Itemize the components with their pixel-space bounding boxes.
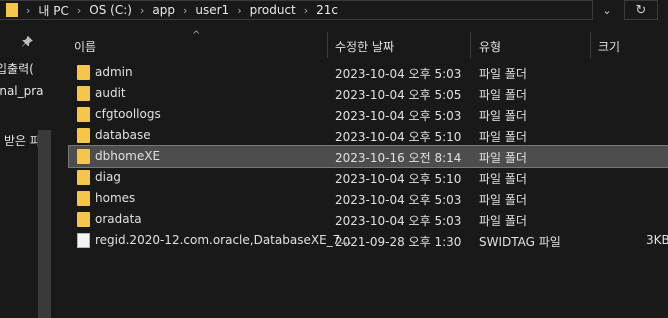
breadcrumb-item-21c[interactable]: 21c xyxy=(316,3,338,17)
breadcrumb-item-os-c[interactable]: OS (C:) xyxy=(89,3,132,17)
file-type: 파일 폴더 xyxy=(479,214,527,228)
file-row[interactable]: database 2023-10-04 오후 5:10 파일 폴더 xyxy=(69,125,668,146)
file-type: 파일 폴더 xyxy=(479,67,527,81)
chevron-right-icon: › xyxy=(76,3,82,17)
file-row[interactable]: cfgtoollogs 2023-10-04 오후 5:03 파일 폴더 xyxy=(69,104,668,125)
file-type: 파일 폴더 xyxy=(479,151,527,165)
file-size: 3KB xyxy=(646,233,668,247)
breadcrumb-item-this-pc[interactable]: 내 PC xyxy=(38,2,68,19)
file-type: 파일 폴더 xyxy=(479,193,527,207)
folder-icon xyxy=(77,212,90,227)
file-explorer-window: › 내 PC › OS (C:) › app › user1 › product… xyxy=(0,0,668,318)
file-modified-date: 2021-09-28 오후 1:30 xyxy=(335,235,462,249)
breadcrumb-item-product[interactable]: product xyxy=(250,3,296,17)
pin-icon xyxy=(22,36,33,50)
folder-icon xyxy=(77,65,90,80)
folder-icon xyxy=(77,149,90,164)
nav-item[interactable]: 받은 파 xyxy=(4,132,41,149)
folder-icon xyxy=(77,128,90,143)
file-modified-date: 2023-10-04 오후 5:03 xyxy=(335,214,462,228)
column-header-type[interactable]: 유형 xyxy=(479,38,501,55)
column-divider[interactable] xyxy=(590,32,591,58)
folder-icon xyxy=(6,3,18,17)
file-modified-date: 2023-10-16 오전 8:14 xyxy=(335,151,462,165)
pin-icon xyxy=(22,36,33,47)
folder-icon xyxy=(77,86,90,101)
chevron-right-icon: › xyxy=(182,3,188,17)
chevron-down-icon[interactable]: ⌄ xyxy=(596,0,618,20)
file-name: database xyxy=(95,128,151,142)
column-header-name[interactable]: 이름 xyxy=(74,38,96,55)
file-name: oradata xyxy=(95,212,142,226)
file-row[interactable]: audit 2023-10-04 오후 5:05 파일 폴더 xyxy=(69,83,668,104)
column-header-row: ^ 이름 수정한 날짜 유형 크기 xyxy=(52,30,668,60)
chevron-right-icon: › xyxy=(237,3,242,17)
breadcrumb-item-app[interactable]: app xyxy=(152,3,175,17)
breadcrumb-item-user1[interactable]: user1 xyxy=(195,3,229,17)
file-row[interactable]: admin 2023-10-04 오후 5:03 파일 폴더 xyxy=(69,62,668,83)
file-icon xyxy=(77,233,90,248)
address-bar: › 내 PC › OS (C:) › app › user1 › product… xyxy=(0,0,668,22)
file-name: regid.2020-12.com.oracle,DatabaseXE_7... xyxy=(95,233,352,247)
folder-icon xyxy=(77,170,90,185)
file-list: admin 2023-10-04 오후 5:03 파일 폴더 audit 2023-10… xyxy=(52,62,668,318)
file-name: admin xyxy=(95,65,133,79)
file-type: 파일 폴더 xyxy=(479,172,527,186)
file-row[interactable]: oradata 2023-10-04 오후 5:03 파일 폴더 xyxy=(69,209,668,230)
file-modified-date: 2023-10-04 오후 5:03 xyxy=(335,109,462,123)
column-divider[interactable] xyxy=(470,32,471,58)
nav-item[interactable]: inal_pra xyxy=(0,84,44,98)
file-modified-date: 2023-10-04 오후 5:05 xyxy=(335,88,462,102)
file-row[interactable]: dbhomeXE 2023-10-16 오전 8:14 파일 폴더 xyxy=(68,145,668,168)
file-modified-date: 2023-10-04 오후 5:10 xyxy=(335,130,462,144)
refresh-icon: ↻ xyxy=(635,2,647,18)
file-name: audit xyxy=(95,86,126,100)
nav-item[interactable]: 입출력( xyxy=(0,60,34,77)
refresh-button[interactable]: ↻ xyxy=(624,0,658,20)
chevron-right-icon: › xyxy=(26,3,31,17)
file-name: diag xyxy=(95,170,121,184)
chevron-right-icon: › xyxy=(303,3,309,17)
file-name: dbhomeXE xyxy=(95,149,161,163)
column-divider[interactable] xyxy=(327,32,328,58)
chevron-right-icon: › xyxy=(139,3,145,17)
folder-icon xyxy=(77,107,90,122)
file-row[interactable]: homes 2023-10-04 오후 5:03 파일 폴더 xyxy=(69,188,668,209)
column-header-size[interactable]: 크기 xyxy=(598,38,620,55)
file-type: 파일 폴더 xyxy=(479,130,527,144)
file-type: 파일 폴더 xyxy=(479,109,527,123)
file-name: cfgtoollogs xyxy=(95,107,161,121)
file-modified-date: 2023-10-04 오후 5:10 xyxy=(335,172,462,186)
sort-ascending-icon: ^ xyxy=(192,30,201,41)
file-modified-date: 2023-10-04 오후 5:03 xyxy=(335,193,462,207)
file-modified-date: 2023-10-04 오후 5:03 xyxy=(335,67,462,81)
folder-icon xyxy=(77,191,90,206)
file-type: SWIDTAG 파일 xyxy=(479,235,561,249)
file-type: 파일 폴더 xyxy=(479,88,527,102)
breadcrumb[interactable]: › 내 PC › OS (C:) › app › user1 › product… xyxy=(0,0,593,20)
file-name: homes xyxy=(95,191,136,205)
file-row[interactable]: diag 2023-10-04 오후 5:10 파일 폴더 xyxy=(69,167,668,188)
scrollbar[interactable] xyxy=(38,130,51,318)
column-header-date[interactable]: 수정한 날짜 xyxy=(335,38,394,55)
file-row[interactable]: regid.2020-12.com.oracle,DatabaseXE_7...… xyxy=(69,230,668,251)
navigation-pane: 입출력( inal_pra 받은 파 xyxy=(0,22,52,318)
